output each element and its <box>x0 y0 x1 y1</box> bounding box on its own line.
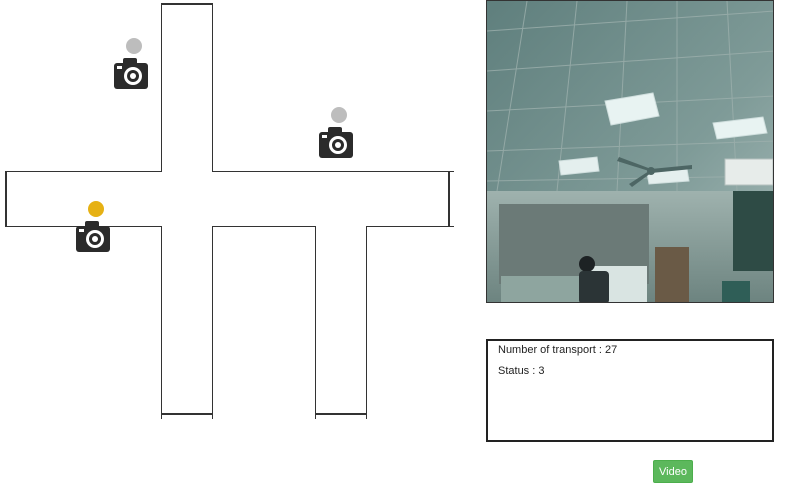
transport-count-row: Number of transport : 27 <box>498 343 762 357</box>
video-frame-image <box>487 1 773 302</box>
camera-status-dot <box>126 38 142 54</box>
info-panel: Number of transport : 27 Status : 3 <box>486 339 774 442</box>
transport-count-label: Number of transport : <box>498 344 605 356</box>
camera-icon <box>76 221 110 252</box>
camera-status-dot <box>88 201 104 217</box>
camera-marker-1[interactable] <box>113 38 149 96</box>
status-value: 3 <box>538 365 545 377</box>
camera-marker-2[interactable] <box>318 107 354 165</box>
status-label: Status : <box>498 365 539 377</box>
status-row: Status : 3 <box>498 364 762 378</box>
room-bottom-middle <box>212 226 316 419</box>
camera-icon <box>114 58 148 89</box>
camera-status-dot <box>331 107 347 123</box>
transport-count-value: 27 <box>605 344 618 356</box>
camera-video-feed <box>486 0 774 303</box>
video-button[interactable]: Video <box>653 460 693 483</box>
floor-map <box>5 3 454 419</box>
camera-icon <box>319 127 353 158</box>
room-bottom-right <box>366 226 454 419</box>
camera-marker-3[interactable] <box>75 201 111 259</box>
